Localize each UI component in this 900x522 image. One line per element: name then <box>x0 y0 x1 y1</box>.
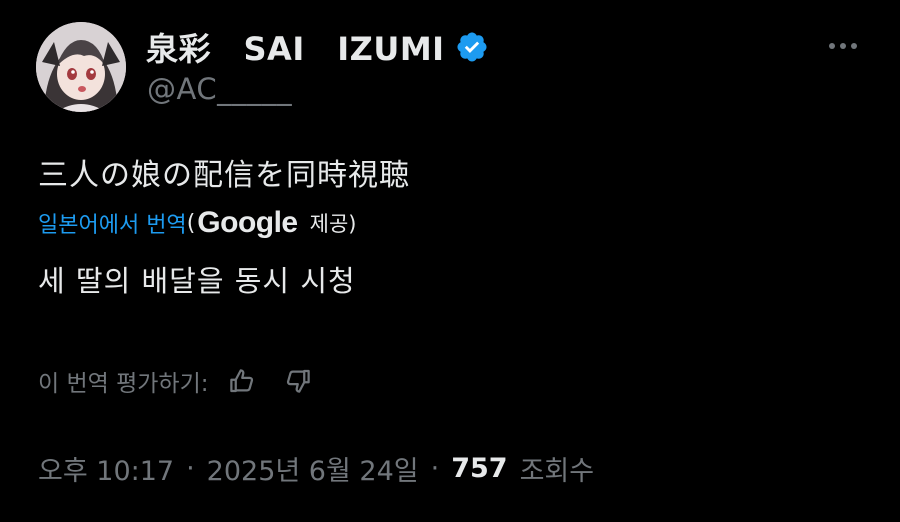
google-logo: Google <box>197 206 298 239</box>
provider-suffix: 제공) <box>309 212 357 236</box>
more-horizontal-icon-dot <box>829 43 835 49</box>
tweet-time[interactable]: 오후 10:17 <box>38 449 174 488</box>
verified-badge-icon <box>457 32 487 62</box>
anime-girl-avatar-image <box>36 22 126 112</box>
provider-open-paren: ( <box>186 210 196 236</box>
rate-translation-label: 이 번역 평가하기: <box>38 371 209 397</box>
tweet-date[interactable]: 2025년 6월 24일 <box>207 449 419 488</box>
views-label: 조회수 <box>519 456 595 487</box>
handle[interactable]: @AC_____ <box>147 72 292 106</box>
more-horizontal-icon-dot <box>840 43 846 49</box>
avatar[interactable] <box>36 22 126 112</box>
tweet-meta: 오후 10:17 · 2025년 6월 24일 · 757 조회수 <box>38 449 594 488</box>
display-name[interactable]: 泉彩 SAI IZUMI <box>146 24 489 70</box>
views-count: 757 <box>451 453 508 484</box>
thumbs-up-icon[interactable] <box>227 366 257 396</box>
translate-link[interactable]: 일본어에서 번역 <box>38 207 187 239</box>
meta-separator: · <box>430 453 440 484</box>
rate-translation: 이 번역 평가하기: <box>38 364 313 398</box>
tweet-text: 三人の娘の配信を同時視聴 <box>38 158 410 193</box>
thumbs-down-icon[interactable] <box>283 366 313 396</box>
display-name-text: 泉彩 SAI IZUMI <box>146 30 445 68</box>
more-options-button[interactable] <box>822 28 864 64</box>
translated-text: 세 딸의 배달을 동시 시청 <box>38 264 356 298</box>
translation-attribution: 일본어에서 번역 ( Google 제공) <box>38 206 356 240</box>
more-horizontal-icon-dot <box>851 43 857 49</box>
meta-separator: · <box>186 453 195 484</box>
